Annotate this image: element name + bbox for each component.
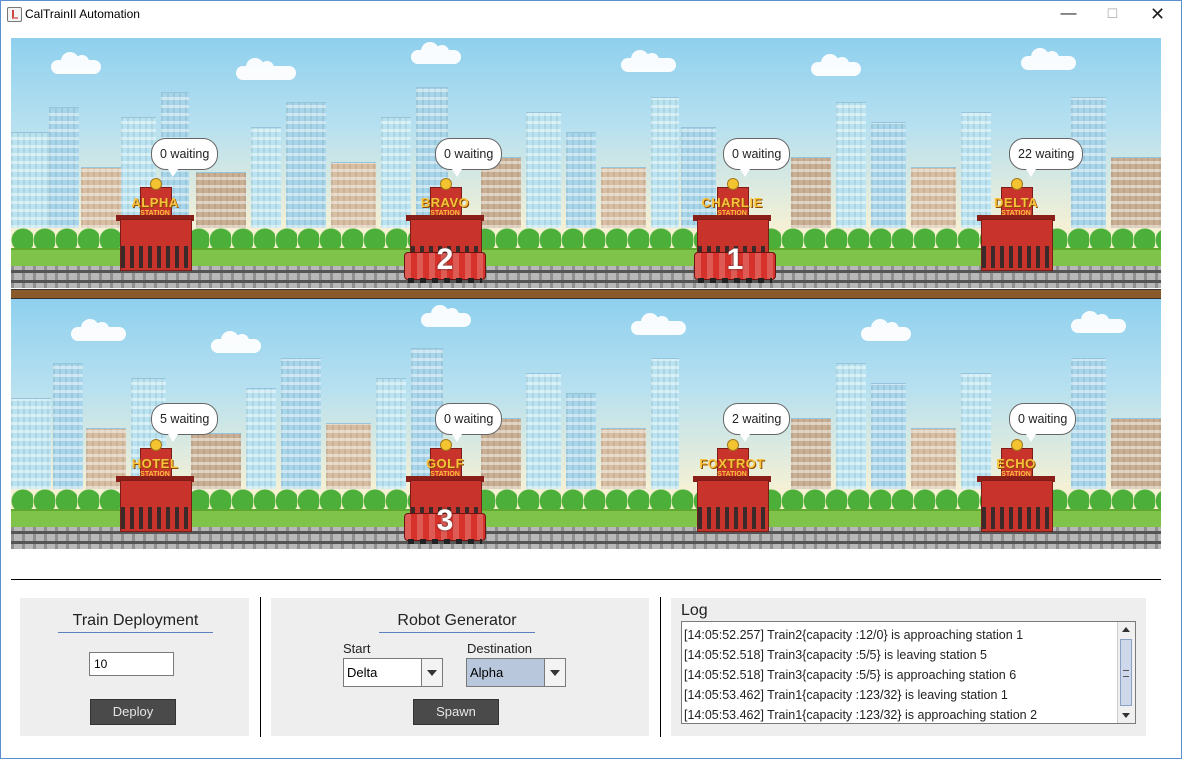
title-bar: CalTrainII Automation — ☐ ✕ [1,1,1181,29]
railway-scene-top: ALPHA STATION 0 waiting BRAVO STATION 0 … [11,38,1161,288]
station-alpha: ALPHA STATION [116,178,194,271]
station-name: CHARLIE [701,195,763,210]
destination-select-value: Alpha [470,665,504,680]
train-number: 2 [436,243,454,276]
start-label: Start [343,641,371,656]
robot-generator-panel: Robot Generator Start Delta Destination … [271,598,649,736]
app-window: CalTrainII Automation — ☐ ✕ ALPHA STATIO… [0,0,1182,759]
station-sub-label: STATION [140,471,170,478]
spawn-button[interactable]: Spawn [413,699,499,725]
log-line: [14:05:52.518] Train3{capacity :5/5} is … [684,668,1017,682]
scroll-down-arrow-icon[interactable] [1118,708,1135,723]
start-select-value: Delta [347,665,378,680]
station-sub-label: STATION [717,210,747,217]
chevron-down-icon[interactable] [421,659,442,686]
log-line: [14:05:52.257] Train2{capacity :12/0} is… [684,628,1024,642]
station-echo: ECHO STATION [977,439,1055,532]
cloud-decoration [1071,311,1126,333]
waiting-count-bubble: 0 waiting [151,138,219,177]
minimize-button[interactable]: — [1046,1,1091,29]
station-name: BRAVO [420,195,470,210]
deploy-button[interactable]: Deploy [90,699,176,725]
waiting-count-bubble: 2 waiting [723,403,791,442]
log-line: [14:05:52.518] Train3{capacity :5/5} is … [684,648,987,662]
log-title: Log [681,602,708,619]
station-hotel: HOTEL STATION [116,439,194,532]
station-sub-label: STATION [1001,210,1031,217]
cloud-decoration [421,305,471,327]
station-name: HOTEL [131,456,179,471]
scene-divider [11,289,1161,299]
railway-scene-bottom: HOTEL STATION 5 waiting GOLF STATION 0 w… [11,299,1161,549]
waiting-count-bubble: 0 waiting [723,138,791,177]
destination-label: Destination [467,641,533,656]
cloud-decoration [51,52,101,74]
waiting-count-bubble: 0 waiting [1009,403,1077,442]
waiting-count-bubble: 5 waiting [151,403,219,442]
cloud-decoration [411,42,461,64]
station-sub-label: STATION [430,471,460,478]
train-count-input[interactable] [89,652,174,676]
robot-generator-title: Robot Generator [397,612,517,629]
train: 2 [404,243,486,283]
train-number: 1 [726,243,744,276]
train: 3 [404,504,486,544]
station-name: GOLF [425,456,465,471]
cloud-decoration [621,50,676,72]
station-delta: DELTA STATION [977,178,1055,271]
station-name: ALPHA [131,195,179,210]
log-text-area[interactable]: [14:05:52.257] Train2{capacity :12/0} is… [681,621,1136,724]
station-sub-label: STATION [1001,471,1031,478]
waiting-count-bubble: 0 waiting [435,138,503,177]
station-sub-label: STATION [140,210,170,217]
maximize-button[interactable]: ☐ [1090,1,1135,29]
train-deployment-title: Train Deployment [72,612,199,629]
log-scrollbar[interactable] [1117,622,1135,723]
station-foxtrot: FOXTROT STATION [693,439,771,532]
log-lines: [14:05:52.257] Train2{capacity :12/0} is… [684,625,1114,723]
station-name: ECHO [996,456,1036,471]
train-number: 3 [436,504,454,537]
train: 1 [694,243,776,283]
destination-select[interactable]: Alpha [466,658,566,687]
java-cup-icon [7,7,22,22]
panel-separator [660,597,661,737]
waiting-count-bubble: 22 waiting [1009,138,1084,177]
station-name: DELTA [994,195,1038,210]
cloud-decoration [811,54,861,76]
station-sub-label: STATION [430,210,460,217]
station-name: FOXTROT [699,456,765,471]
panel-title: Train Deployment [58,612,213,633]
log-line: [14:05:53.462] Train1{capacity :123/32} … [684,708,1038,722]
station-sub-label: STATION [717,471,747,478]
chevron-down-icon[interactable] [544,659,565,686]
panel-title: Robot Generator [379,612,535,633]
close-button[interactable]: ✕ [1135,1,1180,29]
train-deployment-panel: Train Deployment Deploy [20,598,249,736]
cloud-decoration [1021,48,1076,70]
log-line: [14:05:53.462] Train1{capacity :123/32} … [684,688,1008,702]
panel-separator [260,597,261,737]
separator-line [11,579,1161,580]
scroll-up-arrow-icon[interactable] [1118,622,1135,637]
scrollbar-thumb[interactable] [1120,639,1132,706]
window-title: CalTrainII Automation [25,7,140,21]
waiting-count-bubble: 0 waiting [435,403,503,442]
start-select[interactable]: Delta [343,658,443,687]
cloud-decoration [631,313,686,335]
